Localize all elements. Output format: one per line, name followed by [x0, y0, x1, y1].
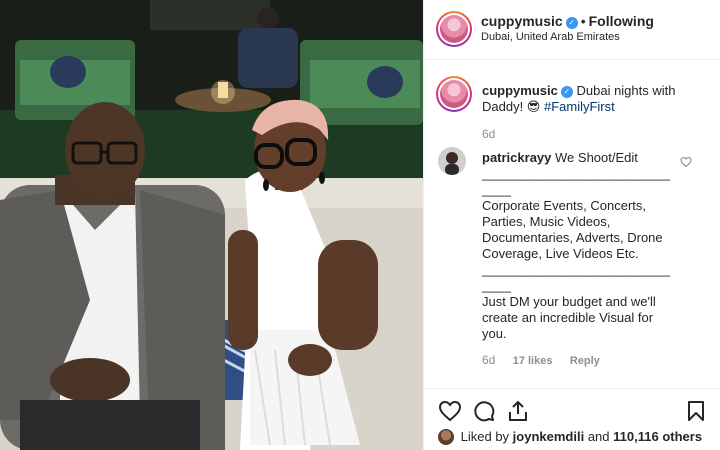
liker-avatar[interactable]	[438, 429, 454, 445]
bookmark-icon[interactable]	[684, 399, 708, 423]
likes-count-link[interactable]: 110,116 others	[613, 429, 702, 444]
caption-hashtag-link[interactable]: #FamilyFirst	[544, 99, 615, 114]
post-side-panel: cuppymusic ✓ • Following Dubai, United Arab…	[423, 0, 720, 450]
commenter-avatar-image	[438, 147, 466, 175]
like-heart-icon[interactable]	[438, 399, 462, 423]
caption-author-username[interactable]: cuppymusic	[482, 83, 558, 98]
post-header: cuppymusic ✓ • Following Dubai, United Arab…	[424, 0, 720, 60]
liked-by-prefix: Liked by	[460, 429, 510, 444]
comment-icon[interactable]	[472, 399, 496, 423]
comment-timestamp[interactable]: 6d	[482, 353, 495, 367]
author-username[interactable]: cuppymusic	[481, 13, 563, 29]
commenter-avatar[interactable]	[438, 147, 466, 175]
comment-text: We Shoot/Edit __________________________…	[482, 150, 670, 341]
caption-author-avatar[interactable]	[436, 76, 472, 112]
location-link[interactable]: Dubai, United Arab Emirates	[481, 31, 620, 43]
post-caption: cuppymusic ✓ Dubai nights with Daddy! 😎 #…	[482, 83, 710, 115]
separator-dot: •	[580, 13, 586, 29]
verified-badge-icon: ✓	[565, 17, 578, 29]
following-button[interactable]: Following	[589, 13, 654, 29]
author-avatar[interactable]	[436, 11, 472, 47]
photo-scene	[0, 0, 423, 450]
liked-by-and: and	[587, 429, 610, 444]
comment-like-heart-icon[interactable]	[680, 156, 692, 168]
share-icon[interactable]	[506, 399, 530, 423]
post-photo[interactable]	[0, 0, 423, 450]
header-author-line: cuppymusic ✓ • Following	[481, 13, 654, 29]
post-actions-bar: Liked by joynkemdili and 110,116 others	[424, 388, 720, 450]
liked-by-line: Liked by joynkemdili and 110,116 others	[438, 429, 702, 445]
comment-author-username[interactable]: patrickrayy	[482, 150, 551, 165]
comment-body: patrickrayy We Shoot/Edit ______________…	[482, 150, 672, 342]
comment-reply-button[interactable]: Reply	[570, 355, 600, 367]
comment-meta: 6d 17 likes Reply	[482, 353, 614, 367]
comment-likes-count[interactable]: 17 likes	[513, 355, 553, 367]
liker-username[interactable]: joynkemdili	[513, 429, 585, 444]
caption-timestamp[interactable]: 6d	[482, 127, 495, 141]
caption-verified-badge-icon: ✓	[560, 86, 573, 98]
